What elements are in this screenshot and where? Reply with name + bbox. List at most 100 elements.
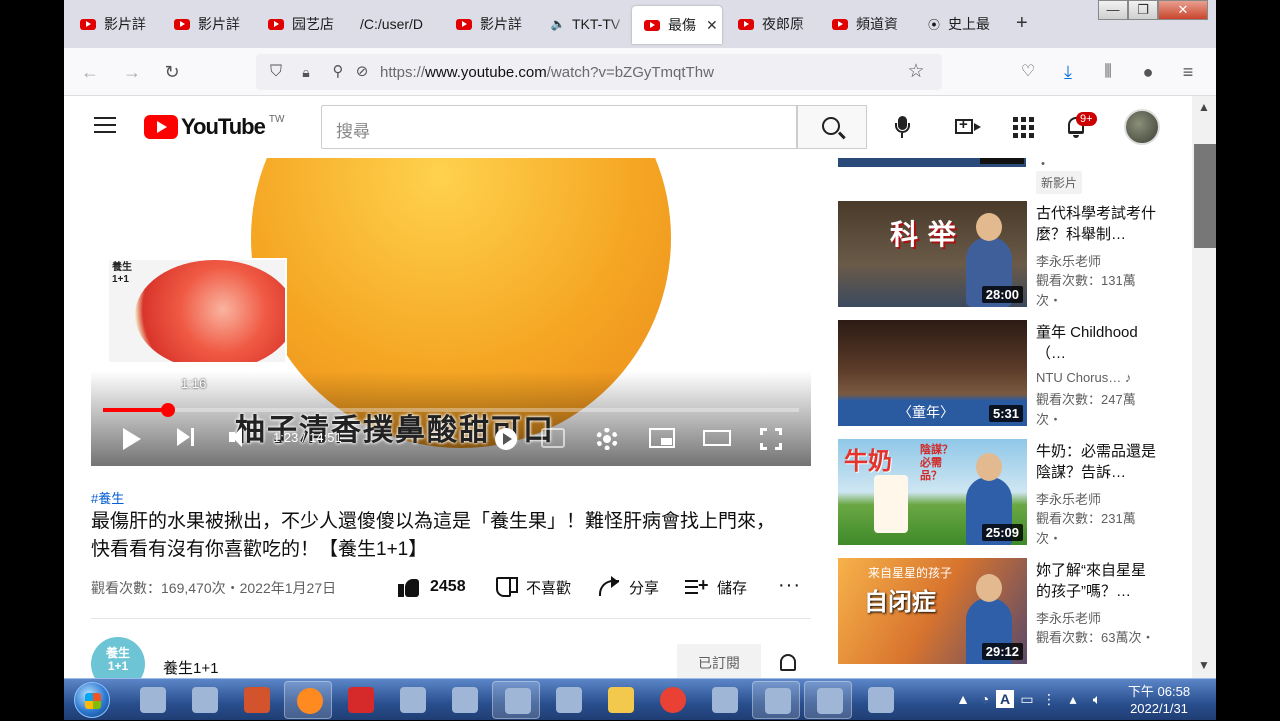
- hamburger-menu-icon[interactable]: [94, 117, 116, 133]
- library-icon[interactable]: ⫼: [1096, 60, 1120, 84]
- video-title[interactable]: 妳了解“來自星星的孩子”嗎？…: [1036, 560, 1156, 602]
- tab-2[interactable]: 影片詳: [162, 6, 252, 42]
- channel-notification-bell-icon[interactable]: [778, 654, 798, 676]
- taskbar-app-1[interactable]: [128, 681, 176, 719]
- search-button[interactable]: [797, 105, 867, 149]
- taskbar-app-15[interactable]: [856, 681, 904, 719]
- tab-9[interactable]: 頻道資: [820, 6, 910, 42]
- tab-close-icon[interactable]: ✕: [706, 17, 718, 34]
- tray-options-icon[interactable]: ⋮: [1040, 690, 1058, 708]
- voice-search-mic-icon[interactable]: [889, 114, 915, 140]
- progress-scrubber-handle[interactable]: [160, 403, 175, 417]
- taskbar-app-12[interactable]: [700, 681, 748, 719]
- taskbar-app-5[interactable]: [336, 681, 384, 719]
- channel-name[interactable]: 李永乐老师: [1036, 251, 1101, 270]
- save-button[interactable]: 儲存: [685, 575, 747, 598]
- account-icon[interactable]: ●: [1136, 60, 1160, 84]
- keyboard-icon[interactable]: ▭: [1018, 690, 1036, 708]
- forward-arrow-icon[interactable]: →: [120, 60, 144, 84]
- action-center-flag-icon[interactable]: ▴: [1064, 690, 1082, 708]
- recommended-video-4[interactable]: 来自星星的孩子 自闭症 29:12 妳了解“來自星星的孩子”嗎？… 李永乐老师 …: [838, 558, 1192, 664]
- reload-icon[interactable]: ↻: [160, 60, 184, 84]
- youtube-logo[interactable]: YouTube TW: [144, 114, 284, 140]
- taskbar-clock[interactable]: 下午 06:58 2022/1/31: [1114, 683, 1204, 717]
- url-bar[interactable]: ⛉ 🔒︎ ⚲ ⊘ https://www.youtube.com/watch?v…: [256, 54, 942, 90]
- lock-icon[interactable]: 🔒︎: [294, 60, 318, 84]
- video-player[interactable]: 養生 1+1 1:16 柚子清香撲鼻酸甜可口 1:23 / 14:51: [91, 158, 811, 466]
- theater-mode-icon[interactable]: [703, 430, 731, 446]
- video-hashtag[interactable]: #養生: [91, 488, 124, 507]
- apps-grid-icon[interactable]: [1010, 114, 1036, 140]
- recommended-video-2[interactable]: 〈童年〉 5:31 童年 Childhood（… NTU Chorus… ♪ 觀…: [838, 320, 1192, 427]
- scrollbar-thumb[interactable]: [1194, 144, 1216, 248]
- taskbar-app-2[interactable]: [180, 681, 228, 719]
- next-video-icon[interactable]: [177, 424, 197, 452]
- fullscreen-icon[interactable]: [760, 428, 782, 450]
- channel-name[interactable]: NTU Chorus… ♪: [1036, 370, 1131, 385]
- tab-3[interactable]: 园艺店: [256, 6, 346, 42]
- recommended-video-3[interactable]: 牛奶 陰謀？必需品？ 25:09 牛奶：必需品還是陰謀？告訴… 李永乐老师 觀看…: [838, 439, 1192, 546]
- taskbar-app-10[interactable]: [596, 681, 644, 719]
- share-button[interactable]: 分享: [597, 576, 659, 598]
- scroll-down-arrow-icon[interactable]: ▼: [1198, 658, 1210, 672]
- volume-tray-icon[interactable]: 🔈︎: [1088, 690, 1106, 708]
- input-method-icon[interactable]: A: [996, 690, 1014, 708]
- video-title[interactable]: 古代科學考試考什麼？科舉制…: [1036, 203, 1156, 245]
- permissions-icon[interactable]: ⚲: [326, 60, 350, 84]
- create-video-icon[interactable]: [954, 114, 981, 140]
- settings-gear-icon[interactable]: [596, 428, 618, 450]
- video-thumbnail[interactable]: 来自星星的孩子 自闭症 29:12: [838, 558, 1027, 664]
- close-window-button[interactable]: ✕: [1158, 0, 1208, 20]
- subscribed-button[interactable]: 已訂閱: [677, 644, 761, 678]
- volume-icon[interactable]: [229, 424, 247, 452]
- autoplay-toggle-icon[interactable]: [495, 428, 517, 450]
- taskbar-app-9[interactable]: [544, 681, 592, 719]
- video-title[interactable]: 童年 Childhood（…: [1036, 322, 1156, 364]
- tab-5[interactable]: 影片詳: [444, 6, 534, 42]
- minimize-button[interactable]: —: [1098, 0, 1128, 20]
- tab-7-active[interactable]: 最傷 ✕: [632, 6, 722, 44]
- video-thumbnail[interactable]: 〈童年〉 5:31: [838, 320, 1027, 426]
- progress-bar[interactable]: [103, 403, 799, 417]
- taskbar-app-3[interactable]: [232, 681, 280, 719]
- shield-icon[interactable]: ⛉: [264, 60, 288, 84]
- taskbar-app-13[interactable]: [752, 681, 800, 719]
- new-tab-button[interactable]: +: [1016, 12, 1028, 35]
- channel-avatar[interactable]: 養生 1+1: [91, 637, 145, 678]
- channel-name[interactable]: 李永乐老师: [1036, 489, 1101, 508]
- recommended-video-1[interactable]: 科 举 28:00 古代科學考試考什麼？科舉制… 李永乐老师 觀看次數：131萬…: [838, 201, 1192, 308]
- start-button[interactable]: [74, 682, 110, 718]
- video-thumbnail[interactable]: 牛奶 陰謀？必需品？ 25:09: [838, 439, 1027, 545]
- bookmark-star-icon[interactable]: ☆: [904, 60, 928, 84]
- taskbar-app-4[interactable]: [284, 681, 332, 719]
- taskbar-app-14[interactable]: [804, 681, 852, 719]
- partial-video-thumbnail[interactable]: [838, 158, 1026, 167]
- play-button-icon[interactable]: [123, 428, 141, 450]
- like-button[interactable]: 2458: [398, 576, 466, 598]
- url-text[interactable]: https://www.youtube.com/watch?v=bZGyTmqt…: [380, 64, 714, 81]
- more-actions-icon[interactable]: ···: [778, 574, 801, 597]
- maximize-button[interactable]: ❐: [1128, 0, 1158, 20]
- tray-expand-icon[interactable]: ▲: [954, 690, 972, 708]
- miniplayer-icon[interactable]: [649, 428, 675, 448]
- taskbar-app-7[interactable]: [440, 681, 488, 719]
- scroll-up-arrow-icon[interactable]: ▲: [1198, 100, 1210, 114]
- tab-1[interactable]: 影片詳: [68, 6, 158, 42]
- subtitles-icon[interactable]: [541, 428, 565, 448]
- video-title[interactable]: 牛奶：必需品還是陰謀？告訴…: [1036, 441, 1156, 483]
- tracking-blocked-icon[interactable]: ⊘: [350, 60, 374, 84]
- pocket-icon[interactable]: ♡: [1016, 60, 1040, 84]
- download-icon[interactable]: ⤓: [1056, 60, 1080, 84]
- channel-name[interactable]: 李永乐老师: [1036, 608, 1101, 627]
- network-icon[interactable]: ◔: [976, 690, 994, 708]
- tab-10[interactable]: ⦿ 史上最: [914, 6, 1004, 42]
- channel-name[interactable]: 養生1+1: [163, 657, 218, 678]
- tab-6[interactable]: 🔈 TKT-TV: [538, 6, 628, 42]
- search-input[interactable]: 搜尋: [321, 105, 797, 149]
- tab-4[interactable]: /C:/user/D: [348, 6, 440, 42]
- taskbar-app-8[interactable]: [492, 681, 540, 719]
- back-arrow-icon[interactable]: ←: [78, 60, 102, 84]
- tab-8[interactable]: 夜郎原: [726, 6, 816, 42]
- menu-icon[interactable]: ≡: [1176, 60, 1200, 84]
- taskbar-app-11[interactable]: [648, 681, 696, 719]
